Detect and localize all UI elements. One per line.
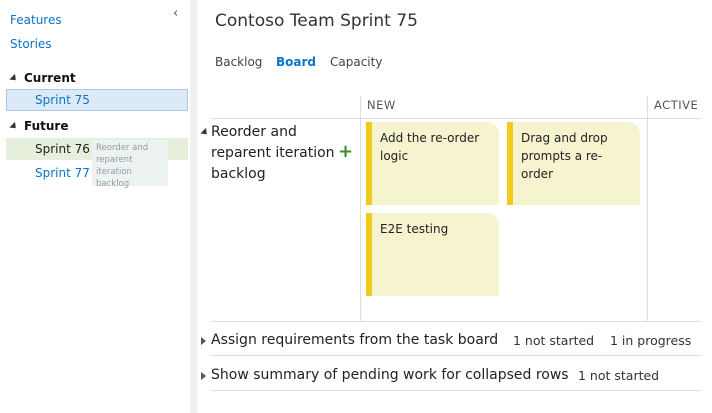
row-title-assign[interactable]: Assign requirements from the task board bbox=[211, 332, 498, 348]
header-row-divider bbox=[211, 118, 701, 119]
group-future-label: Future bbox=[24, 119, 69, 133]
summary-not-started: 1 not started bbox=[513, 333, 595, 348]
row-title-summary[interactable]: Show summary of pending work for collaps… bbox=[211, 367, 569, 383]
task-card[interactable]: Drag and drop prompts a re-order bbox=[507, 122, 640, 205]
summary-in-progress: 1 in progress bbox=[610, 333, 692, 348]
drag-ghost: Reorder and reparent iteration backlog bbox=[92, 140, 168, 189]
features-link[interactable]: Features bbox=[10, 13, 62, 27]
row-collapse-icon[interactable] bbox=[200, 127, 210, 138]
panel-splitter[interactable] bbox=[190, 0, 197, 413]
sprint-75-item[interactable]: Sprint 75 bbox=[6, 89, 188, 111]
left-panel: Features Stories ‹ Current Sprint 75 Fut… bbox=[0, 0, 190, 413]
task-card[interactable]: Add the re-order logic bbox=[366, 122, 499, 205]
group-future[interactable]: Future bbox=[9, 119, 69, 133]
tab-capacity[interactable]: Capacity bbox=[330, 55, 382, 69]
row-divider bbox=[211, 355, 701, 356]
group-current-label: Current bbox=[24, 71, 76, 85]
row-expand-icon[interactable] bbox=[201, 337, 206, 345]
row-divider bbox=[211, 321, 701, 322]
stories-link[interactable]: Stories bbox=[10, 37, 52, 51]
task-card[interactable]: E2E testing bbox=[366, 213, 499, 296]
expand-triangle-icon bbox=[9, 121, 19, 132]
row-expand-icon[interactable] bbox=[201, 372, 206, 380]
column-divider-new bbox=[360, 96, 361, 321]
page-title: Contoso Team Sprint 75 bbox=[215, 11, 418, 31]
row-divider bbox=[211, 390, 701, 391]
tab-backlog[interactable]: Backlog bbox=[215, 55, 262, 69]
row-title-reorder[interactable]: Reorder and reparent iteration backlog bbox=[211, 122, 356, 185]
expand-triangle-icon bbox=[9, 73, 19, 84]
group-current[interactable]: Current bbox=[9, 71, 76, 85]
add-task-icon[interactable]: + bbox=[338, 143, 353, 161]
collapse-panel-icon[interactable]: ‹ bbox=[173, 6, 178, 21]
column-divider-active bbox=[647, 96, 648, 321]
column-header-active: ACTIVE bbox=[654, 98, 699, 112]
tab-board[interactable]: Board bbox=[276, 55, 316, 69]
column-header-new: NEW bbox=[367, 98, 396, 112]
summary-not-started: 1 not started bbox=[578, 368, 660, 383]
